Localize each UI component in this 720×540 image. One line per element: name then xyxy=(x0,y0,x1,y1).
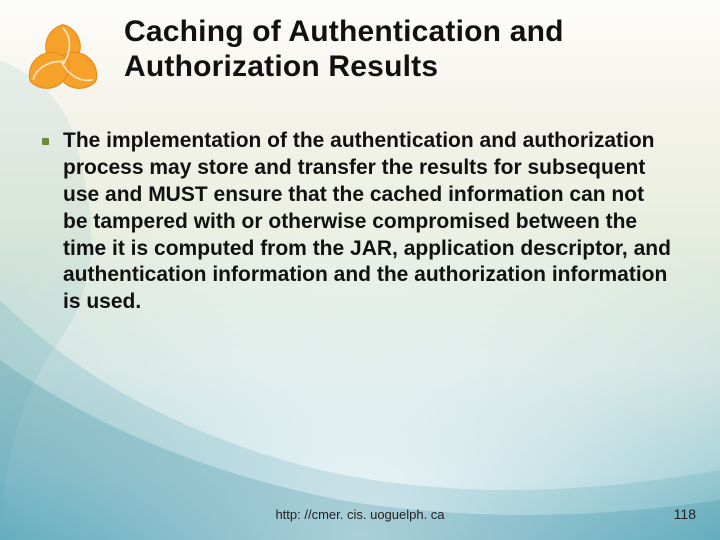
trillium-logo-icon xyxy=(20,16,106,102)
slide: Caching of Authentication and Authorizat… xyxy=(0,0,720,540)
bullet-item: The implementation of the authentication… xyxy=(42,128,672,316)
slide-title: Caching of Authentication and Authorizat… xyxy=(124,14,700,85)
footer-url: http: //cmer. cis. uoguelph. ca xyxy=(0,507,720,522)
header: Caching of Authentication and Authorizat… xyxy=(20,14,700,102)
page-number: 118 xyxy=(674,506,696,522)
content-area: The implementation of the authentication… xyxy=(42,128,672,316)
bullet-text: The implementation of the authentication… xyxy=(63,128,672,316)
bullet-dot-icon xyxy=(42,138,49,145)
